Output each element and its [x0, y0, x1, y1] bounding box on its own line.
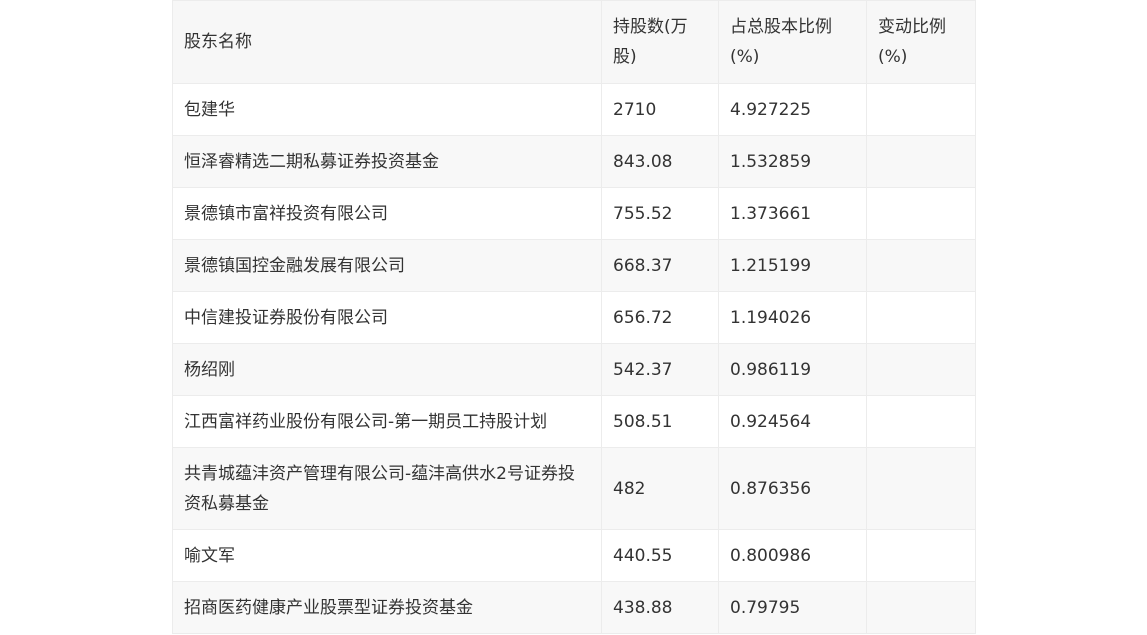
cell-ratio: 0.924564 [718, 395, 867, 448]
cell-change [866, 581, 976, 634]
cell-change [866, 529, 976, 582]
table-row: 共青城蕴沣资产管理有限公司-蕴沣高供水2号证券投资私募基金 482 0.8763… [172, 447, 976, 530]
cell-name: 喻文军 [172, 529, 602, 582]
cell-shares: 542.37 [601, 343, 719, 396]
cell-shares: 440.55 [601, 529, 719, 582]
column-header-ratio: 占总股本比例(%) [718, 0, 867, 84]
cell-ratio: 1.532859 [718, 135, 867, 188]
cell-change [866, 343, 976, 396]
cell-ratio: 0.986119 [718, 343, 867, 396]
cell-name: 景德镇国控金融发展有限公司 [172, 239, 602, 292]
shareholder-table: 股东名称 持股数(万股) 占总股本比例(%) 变动比例(%) 包建华 2710 … [172, 0, 976, 634]
cell-change [866, 135, 976, 188]
cell-shares: 656.72 [601, 291, 719, 344]
cell-change [866, 187, 976, 240]
shareholder-table-container: 股东名称 持股数(万股) 占总股本比例(%) 变动比例(%) 包建华 2710 … [172, 0, 976, 634]
cell-name: 景德镇市富祥投资有限公司 [172, 187, 602, 240]
cell-ratio: 0.800986 [718, 529, 867, 582]
cell-change [866, 83, 976, 136]
cell-name: 杨绍刚 [172, 343, 602, 396]
cell-name: 包建华 [172, 83, 602, 136]
cell-shares: 843.08 [601, 135, 719, 188]
table-row: 喻文军 440.55 0.800986 [172, 529, 976, 582]
column-header-shares: 持股数(万股) [601, 0, 719, 84]
table-header-row: 股东名称 持股数(万股) 占总股本比例(%) 变动比例(%) [172, 0, 976, 84]
cell-shares: 508.51 [601, 395, 719, 448]
cell-ratio: 4.927225 [718, 83, 867, 136]
column-header-change: 变动比例(%) [866, 0, 976, 84]
cell-ratio: 1.215199 [718, 239, 867, 292]
table-row: 招商医药健康产业股票型证券投资基金 438.88 0.79795 [172, 581, 976, 634]
table-row: 中信建投证券股份有限公司 656.72 1.194026 [172, 291, 976, 344]
cell-shares: 2710 [601, 83, 719, 136]
cell-shares: 668.37 [601, 239, 719, 292]
cell-change [866, 395, 976, 448]
table-row: 景德镇市富祥投资有限公司 755.52 1.373661 [172, 187, 976, 240]
cell-name: 招商医药健康产业股票型证券投资基金 [172, 581, 602, 634]
table-row: 恒泽睿精选二期私募证券投资基金 843.08 1.532859 [172, 135, 976, 188]
cell-name: 江西富祥药业股份有限公司-第一期员工持股计划 [172, 395, 602, 448]
column-header-name: 股东名称 [172, 0, 602, 84]
cell-change [866, 291, 976, 344]
cell-name: 共青城蕴沣资产管理有限公司-蕴沣高供水2号证券投资私募基金 [172, 447, 602, 530]
cell-change [866, 239, 976, 292]
table-row: 江西富祥药业股份有限公司-第一期员工持股计划 508.51 0.924564 [172, 395, 976, 448]
table-row: 杨绍刚 542.37 0.986119 [172, 343, 976, 396]
cell-shares: 755.52 [601, 187, 719, 240]
cell-shares: 482 [601, 447, 719, 530]
table-row: 包建华 2710 4.927225 [172, 83, 976, 136]
cell-change [866, 447, 976, 530]
cell-ratio: 1.194026 [718, 291, 867, 344]
cell-shares: 438.88 [601, 581, 719, 634]
cell-ratio: 0.79795 [718, 581, 867, 634]
table-row: 景德镇国控金融发展有限公司 668.37 1.215199 [172, 239, 976, 292]
cell-name: 恒泽睿精选二期私募证券投资基金 [172, 135, 602, 188]
cell-ratio: 0.876356 [718, 447, 867, 530]
cell-ratio: 1.373661 [718, 187, 867, 240]
cell-name: 中信建投证券股份有限公司 [172, 291, 602, 344]
